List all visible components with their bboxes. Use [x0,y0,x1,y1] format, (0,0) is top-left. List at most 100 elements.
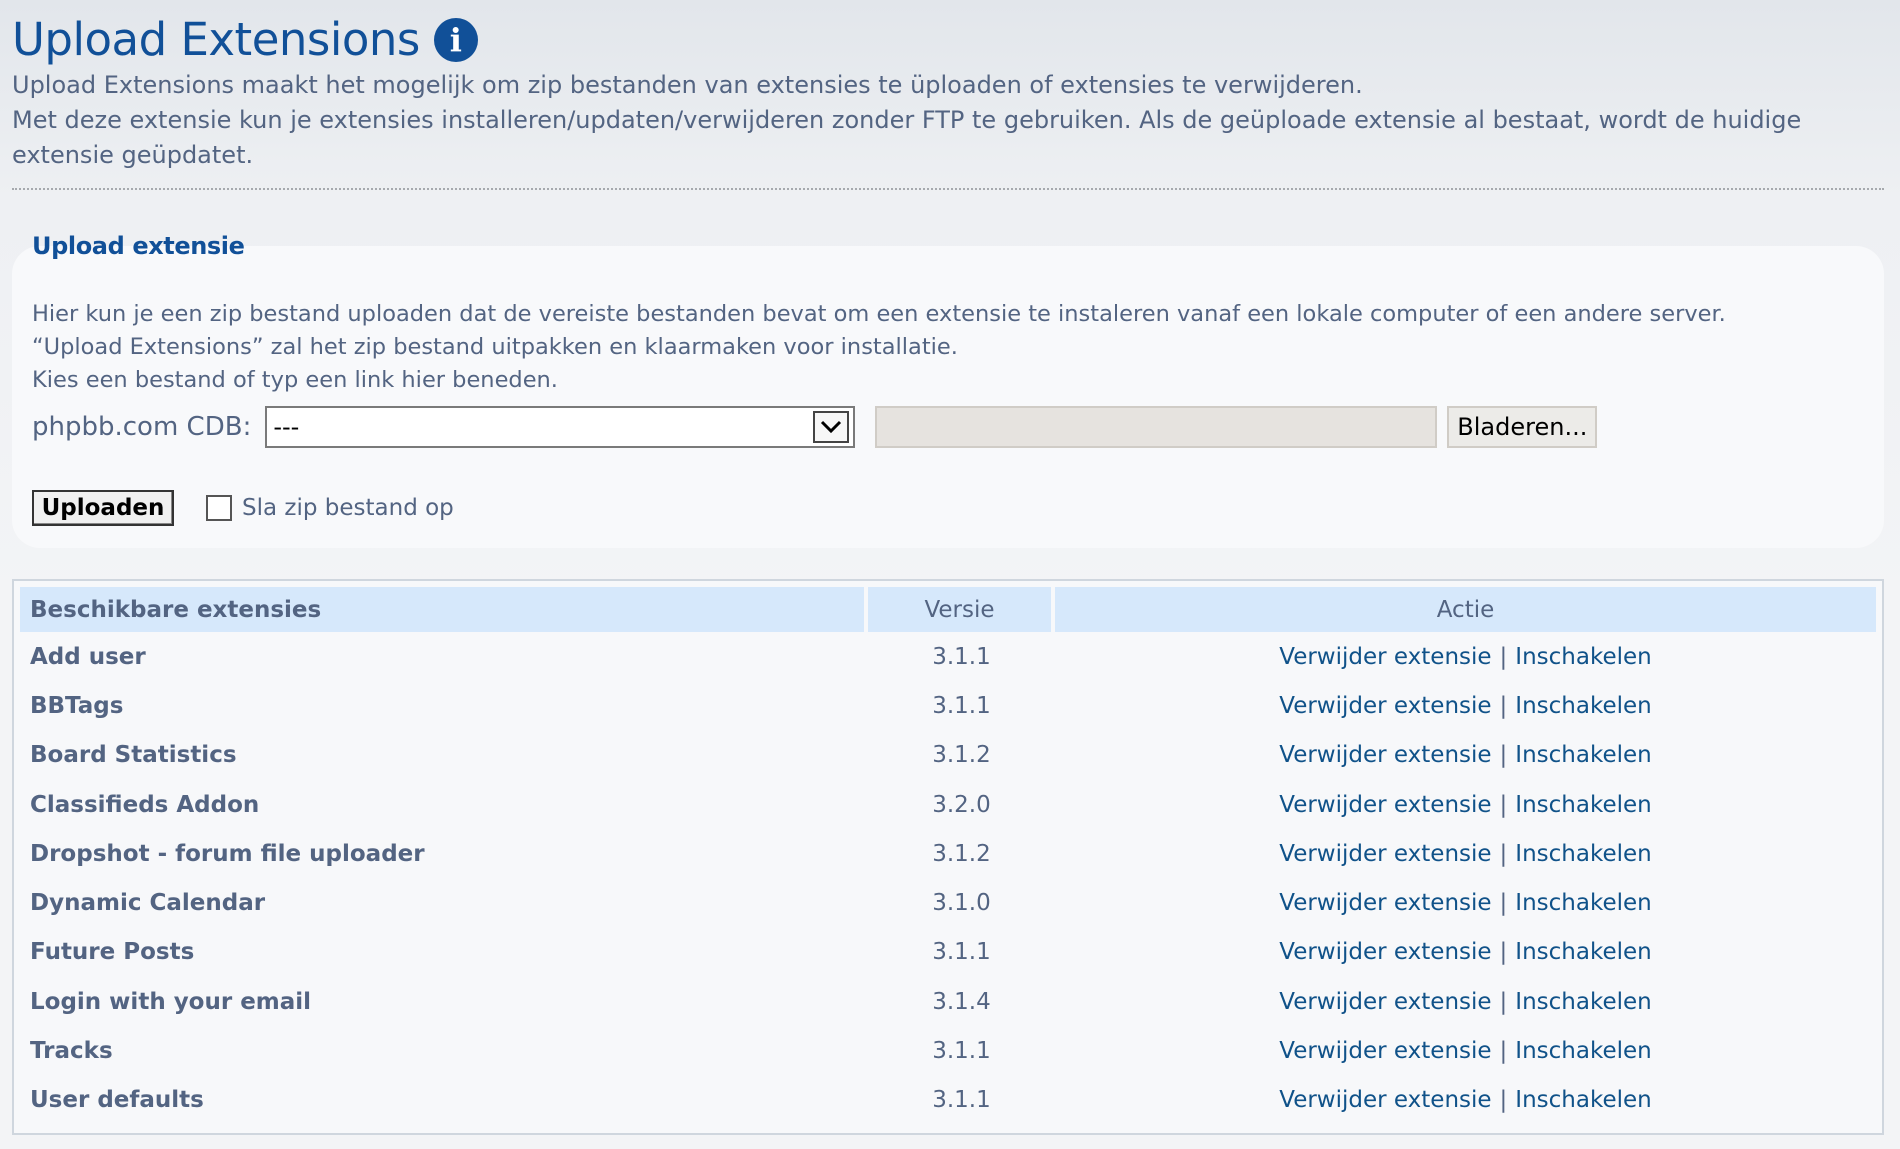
table-row: BBTags 3.1.1 Verwijder extensie | Inschakele… [20,681,1876,730]
extension-name: Classifieds Addon [30,791,260,818]
enable-extension-link[interactable]: Inschakelen [1515,693,1651,719]
enable-extension-link[interactable]: Inschakelen [1515,742,1651,768]
enable-extension-link[interactable]: Inschakelen [1515,890,1651,916]
extension-version: 3.2.0 [932,791,991,818]
extension-name: User defaults [30,1087,204,1114]
table-row: Login with your email 3.1.4 Verwijder exte… [20,977,1876,1026]
action-separator: | [1499,1038,1508,1065]
action-separator: | [1499,988,1508,1015]
action-separator: | [1499,742,1508,769]
table-row: Add user 3.1.1 Verwijder extensie | Inschake… [20,632,1876,681]
remove-extension-link[interactable]: Verwijder extensie [1279,644,1491,670]
table-row: User defaults 3.1.1 Verwijder extensie | Ins… [20,1076,1876,1125]
action-separator: | [1499,890,1508,917]
header-version: Versie [868,587,1055,632]
header-name: Beschikbare extensies [20,587,868,632]
extensions-table: Beschikbare extensies Versie Actie Add u… [20,587,1876,1125]
panel-description: Hier kun je een zip bestand uploaden dat… [32,298,1864,397]
acp-page: Upload Extensions i Upload Extensions ma… [0,0,1900,1149]
save-zip-checkbox[interactable] [206,495,232,521]
extension-version: 3.1.1 [932,692,991,719]
remove-extension-link[interactable]: Verwijder extensie [1279,1038,1491,1064]
extension-actions: Verwijder extensie | Inschakelen [1055,681,1876,730]
enable-extension-link[interactable]: Inschakelen [1515,1038,1651,1064]
cdb-selected-value: --- [273,413,300,441]
extension-version: 3.1.1 [932,643,991,670]
remove-extension-link[interactable]: Verwijder extensie [1279,841,1491,867]
action-separator: | [1499,840,1508,867]
extension-name: Tracks [30,1038,113,1065]
panel-desc-line: Hier kun je een zip bestand uploaden dat… [32,301,1726,327]
title-row: Upload Extensions i [12,12,478,68]
table-row: Dynamic Calendar 3.1.0 Verwijder extensie |… [20,878,1876,927]
action-separator: | [1499,939,1508,966]
cdb-select[interactable]: --- [265,406,856,448]
extension-name: Dropshot - forum file uploader [30,840,425,867]
page-title: Upload Extensions [12,13,420,66]
extension-actions: Verwijder extensie | Inschakelen [1055,977,1876,1026]
browse-button[interactable]: Bladeren... [1447,406,1598,448]
enable-extension-link[interactable]: Inschakelen [1515,792,1651,818]
extension-version: 3.1.1 [932,1038,991,1065]
extension-name: Future Posts [30,939,195,966]
extension-actions: Verwijder extensie | Inschakelen [1055,780,1876,829]
table-row: Classifieds Addon 3.2.0 Verwijder extensie… [20,780,1876,829]
extension-version: 3.1.0 [932,890,991,917]
table-row: Tracks 3.1.1 Verwijder extensie | Inschakele… [20,1026,1876,1075]
save-zip-label: Sla zip bestand op [242,495,454,521]
enable-extension-link[interactable]: Inschakelen [1515,1087,1651,1113]
extension-name: Add user [30,643,146,670]
panel-title: Upload extensie [32,232,245,260]
extension-version: 3.1.2 [932,742,991,769]
extension-actions: Verwijder extensie | Inschakelen [1055,928,1876,977]
upload-row: Uploaden Sla zip bestand op [32,490,454,526]
action-separator: | [1499,643,1508,670]
extension-actions: Verwijder extensie | Inschakelen [1055,878,1876,927]
extension-actions: Verwijder extensie | Inschakelen [1055,829,1876,878]
panel-desc-line: “Upload Extensions” zal het zip bestand … [32,334,958,360]
remove-extension-link[interactable]: Verwijder extensie [1279,792,1491,818]
action-separator: | [1499,1087,1508,1114]
remove-extension-link[interactable]: Verwijder extensie [1279,890,1491,916]
enable-extension-link[interactable]: Inschakelen [1515,989,1651,1015]
extension-version: 3.1.1 [932,1087,991,1114]
file-path-input[interactable] [875,406,1438,448]
remove-extension-link[interactable]: Verwijder extensie [1279,742,1491,768]
table-row: Board Statistics 3.1.2 Verwijder extensie |… [20,731,1876,780]
chevron-down-icon[interactable] [813,411,850,443]
enable-extension-link[interactable]: Inschakelen [1515,841,1651,867]
extension-name: BBTags [30,692,124,719]
intro-text: Upload Extensions maakt het mogelijk om … [12,68,1872,173]
info-icon[interactable]: i [433,18,478,62]
extension-actions: Verwijder extensie | Inschakelen [1055,1076,1876,1125]
action-separator: | [1499,791,1508,818]
table-body: Add user 3.1.1 Verwijder extensie | Inschake… [20,632,1876,1125]
panel-desc-line: Kies een bestand of typ een link hier be… [32,367,558,393]
extension-version: 3.1.2 [932,840,991,867]
remove-extension-link[interactable]: Verwijder extensie [1279,939,1491,965]
extension-actions: Verwijder extensie | Inschakelen [1055,632,1876,681]
extension-actions: Verwijder extensie | Inschakelen [1055,731,1876,780]
table-row: Future Posts 3.1.1 Verwijder extensie | Insc… [20,928,1876,977]
enable-extension-link[interactable]: Inschakelen [1515,644,1651,670]
header-action: Actie [1055,587,1876,632]
table-header-row: Beschikbare extensies Versie Actie [20,587,1876,632]
divider [12,188,1884,190]
extension-version: 3.1.4 [932,988,991,1015]
extension-name: Dynamic Calendar [30,890,266,917]
extension-name: Board Statistics [30,742,237,769]
remove-extension-link[interactable]: Verwijder extensie [1279,989,1491,1015]
remove-extension-link[interactable]: Verwijder extensie [1279,1087,1491,1113]
enable-extension-link[interactable]: Inschakelen [1515,939,1651,965]
extension-name: Login with your email [30,988,312,1015]
remove-extension-link[interactable]: Verwijder extensie [1279,693,1491,719]
action-separator: | [1499,692,1508,719]
cdb-row: phpbb.com CDB: --- Bladeren... [32,406,1598,448]
extension-version: 3.1.1 [932,939,991,966]
table-row: Dropshot - forum file uploader 3.1.2 Verwi… [20,829,1876,878]
intro-line: Upload Extensions maakt het mogelijk om … [12,71,1363,99]
extensions-table-container: Beschikbare extensies Versie Actie Add u… [12,579,1884,1135]
upload-button[interactable]: Uploaden [32,490,174,526]
intro-line: Met deze extensie kun je extensies insta… [12,106,1802,169]
upload-panel: Upload extensie Hier kun je een zip best… [12,232,1884,548]
